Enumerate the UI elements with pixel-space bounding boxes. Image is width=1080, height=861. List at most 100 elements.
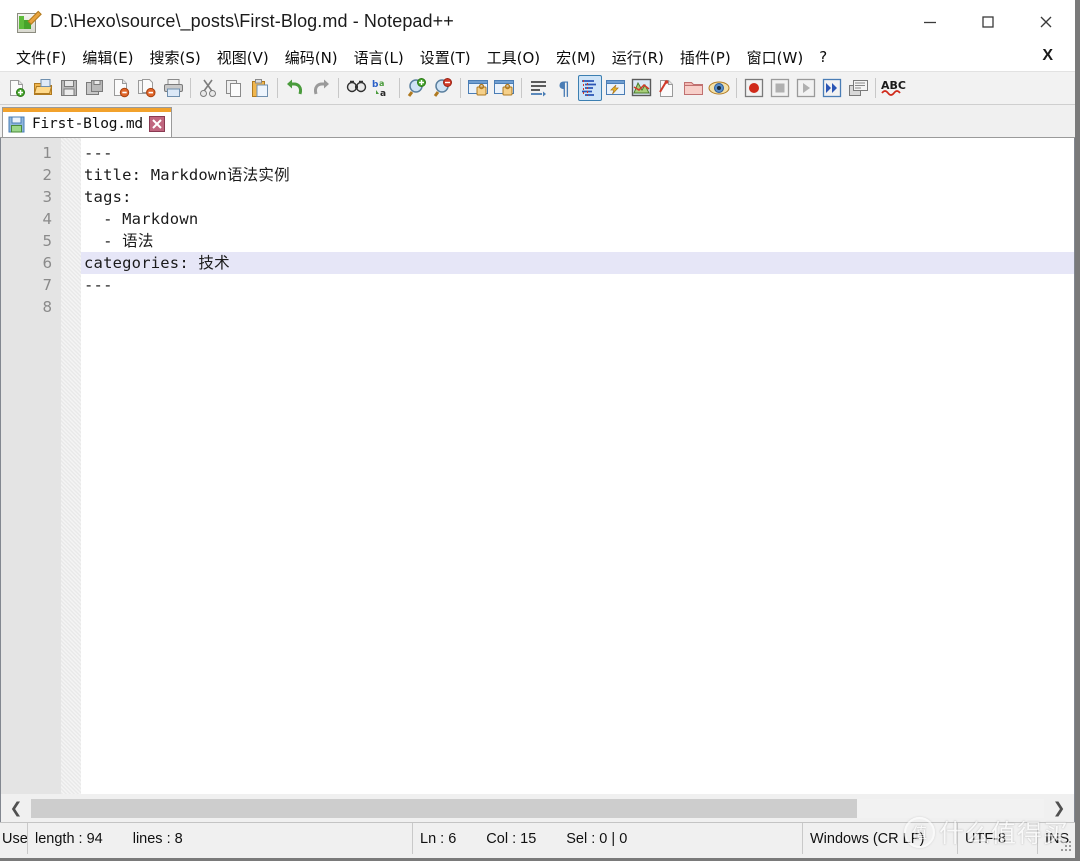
- status-sel: Sel : 0 | 0: [566, 830, 628, 847]
- status-col: Col : 15: [486, 830, 537, 847]
- menu-help[interactable]: ?: [811, 45, 835, 69]
- menu-window[interactable]: 窗口(W): [739, 44, 812, 71]
- menu-file[interactable]: 文件(F): [8, 44, 74, 71]
- function-list-icon[interactable]: [654, 74, 680, 102]
- line-number: 2: [42, 166, 52, 184]
- toolbar-separator: [338, 78, 339, 98]
- sync-horizontal-scroll-icon[interactable]: [491, 74, 517, 102]
- close-tab-icon[interactable]: [148, 116, 165, 132]
- paste-icon[interactable]: [247, 74, 273, 102]
- menu-bar: 文件(F) 编辑(E) 搜索(S) 视图(V) 编码(N) 语言(L) 设置(T…: [0, 43, 1075, 71]
- stop-record-macro-icon[interactable]: [767, 74, 793, 102]
- print-icon[interactable]: [160, 74, 186, 102]
- folder-as-workspace-icon[interactable]: [680, 74, 706, 102]
- menu-search[interactable]: 搜索(S): [142, 44, 209, 71]
- line-number: 6: [42, 254, 52, 272]
- start-record-macro-icon[interactable]: [741, 74, 767, 102]
- svg-text:¶: ¶: [558, 78, 570, 98]
- window-controls: [901, 0, 1075, 43]
- menu-plugins[interactable]: 插件(P): [672, 44, 739, 71]
- run-macro-multiple-icon[interactable]: [819, 74, 845, 102]
- play-macro-icon[interactable]: [793, 74, 819, 102]
- word-wrap-icon[interactable]: [526, 74, 552, 102]
- code-content[interactable]: --- title: Markdown语法实例 tags: - Markdown…: [81, 138, 1074, 794]
- line-number-gutter: 1 2 3 4 5 6 7 8: [1, 138, 61, 794]
- spell-check-icon[interactable]: ABC: [880, 74, 906, 102]
- toolbar-separator: [399, 78, 400, 98]
- tab-label: First-Blog.md: [32, 116, 143, 132]
- minimize-button[interactable]: [901, 0, 959, 43]
- tab-bar: First-Blog.md: [0, 105, 1075, 138]
- menu-language[interactable]: 语言(L): [346, 44, 412, 71]
- status-caret-position: Ln : 6 Col : 15 Sel : 0 | 0: [413, 823, 803, 854]
- scroll-left-arrow-icon[interactable]: ❮: [1, 795, 31, 821]
- status-eol-format[interactable]: Windows (CR LF): [803, 823, 958, 854]
- find-icon[interactable]: [343, 74, 369, 102]
- maximize-button[interactable]: [959, 0, 1017, 43]
- redo-icon[interactable]: [308, 74, 334, 102]
- line-number: 1: [42, 144, 52, 162]
- monitoring-icon[interactable]: [706, 74, 732, 102]
- menu-macro[interactable]: 宏(M): [548, 44, 604, 71]
- copy-icon[interactable]: [221, 74, 247, 102]
- new-file-icon[interactable]: [4, 74, 30, 102]
- toolbar-separator: [521, 78, 522, 98]
- status-ln: Ln : 6: [420, 830, 457, 847]
- open-file-icon[interactable]: [30, 74, 56, 102]
- title-bar: D:\Hexo\source\_posts\First-Blog.md - No…: [0, 0, 1075, 43]
- menu-run[interactable]: 运行(R): [604, 44, 672, 71]
- menu-settings[interactable]: 设置(T): [412, 44, 479, 71]
- status-encoding[interactable]: UTF-8: [958, 823, 1038, 854]
- status-bar: Use length : 94 lines : 8 Ln : 6 Col : 1…: [0, 822, 1075, 854]
- toolbar-separator: [277, 78, 278, 98]
- undo-icon[interactable]: [282, 74, 308, 102]
- cut-icon[interactable]: [195, 74, 221, 102]
- save-macro-icon[interactable]: [845, 74, 871, 102]
- toolbar-separator: [736, 78, 737, 98]
- zoom-out-icon[interactable]: [430, 74, 456, 102]
- resize-grip[interactable]: [1060, 840, 1072, 852]
- menu-edit[interactable]: 编辑(E): [74, 44, 141, 71]
- code-line: title: Markdown语法实例: [84, 166, 290, 184]
- save-all-icon[interactable]: [82, 74, 108, 102]
- line-number: 8: [42, 298, 52, 316]
- status-user-define: Use: [0, 823, 28, 854]
- toolbar-separator: [875, 78, 876, 98]
- scrollbar-thumb[interactable]: [31, 798, 857, 818]
- menu-tools[interactable]: 工具(O): [479, 44, 549, 71]
- sync-vertical-scroll-icon[interactable]: [465, 74, 491, 102]
- horizontal-scrollbar[interactable]: ❮ ❯: [0, 794, 1075, 822]
- close-file-icon[interactable]: [108, 74, 134, 102]
- svg-text:a: a: [379, 79, 384, 88]
- status-length-lines: length : 94 lines : 8: [28, 823, 413, 854]
- save-icon[interactable]: [56, 74, 82, 102]
- menu-encoding[interactable]: 编码(N): [277, 44, 346, 71]
- close-all-icon[interactable]: [134, 74, 160, 102]
- show-all-characters-icon[interactable]: ¶: [552, 74, 578, 102]
- tab-bar-empty-area: [172, 108, 1075, 137]
- replace-icon[interactable]: baa: [369, 74, 395, 102]
- tab-first-blog-md[interactable]: First-Blog.md: [2, 107, 172, 137]
- close-document-button[interactable]: X: [1042, 47, 1053, 65]
- editor-area[interactable]: 1 2 3 4 5 6 7 8 --- title: Markdown语法实例 …: [0, 138, 1075, 794]
- code-line: ---: [84, 144, 113, 162]
- scroll-right-arrow-icon[interactable]: ❯: [1044, 795, 1074, 821]
- status-length: length : 94: [35, 830, 103, 847]
- svg-text:ABC: ABC: [881, 79, 906, 92]
- code-line-current: categories: 技术: [81, 252, 1074, 274]
- document-map-icon[interactable]: [628, 74, 654, 102]
- close-button[interactable]: [1017, 0, 1075, 43]
- line-number: 4: [42, 210, 52, 228]
- status-lines: lines : 8: [132, 830, 183, 847]
- scrollbar-track[interactable]: [31, 798, 1044, 818]
- menu-view[interactable]: 视图(V): [209, 44, 277, 71]
- indent-guideline-icon[interactable]: [578, 75, 602, 101]
- line-number: 7: [42, 276, 52, 294]
- user-defined-dialog-icon[interactable]: [602, 74, 628, 102]
- notepadpp-window: D:\Hexo\source\_posts\First-Blog.md - No…: [0, 0, 1080, 861]
- code-line: ---: [84, 276, 113, 294]
- fold-margin[interactable]: [61, 138, 81, 794]
- zoom-in-icon[interactable]: [404, 74, 430, 102]
- window-title: D:\Hexo\source\_posts\First-Blog.md - No…: [50, 11, 454, 31]
